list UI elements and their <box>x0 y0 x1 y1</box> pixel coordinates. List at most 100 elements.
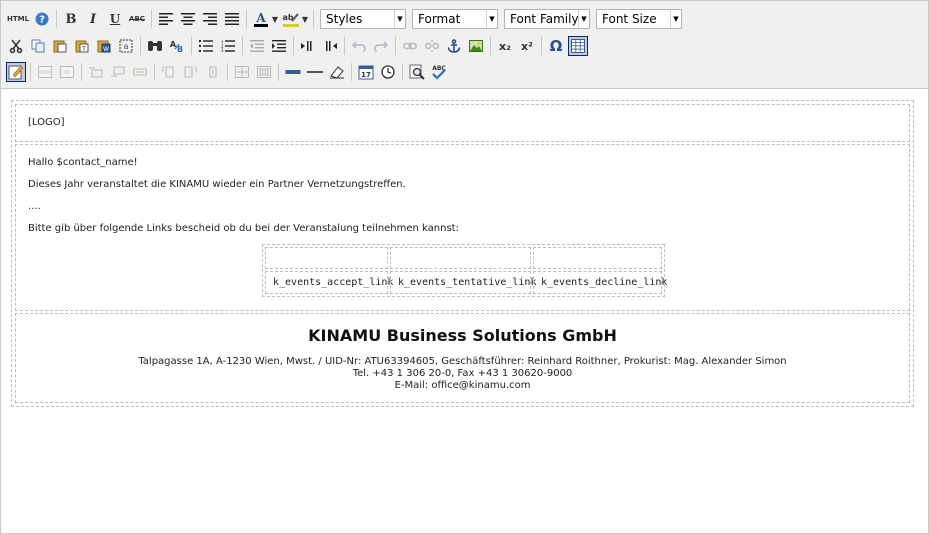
delete-row-button[interactable] <box>130 62 150 82</box>
table-cell[interactable] <box>390 247 531 269</box>
outdent-button[interactable] <box>247 36 267 56</box>
svg-text:A: A <box>255 11 266 25</box>
horizontal-rule-style-button[interactable] <box>283 62 303 82</box>
paste-button[interactable] <box>50 36 70 56</box>
font-family-select[interactable]: Font Family ▼ <box>504 9 590 29</box>
undo-button[interactable] <box>349 36 369 56</box>
paste-word-button[interactable]: W <box>94 36 114 56</box>
paste-text-button[interactable]: T <box>72 36 92 56</box>
links-table: k_events_accept_link k_events_tentative_… <box>262 244 667 297</box>
outdent-icon <box>250 40 264 52</box>
anchor-button[interactable] <box>444 36 464 56</box>
bold-button[interactable]: B <box>61 9 81 29</box>
spellcheck-icon: ABC <box>432 65 446 80</box>
select-all-button[interactable]: a <box>116 36 136 56</box>
editor-content-area[interactable]: [LOGO] Hallo $contact_name! Dieses Jahr … <box>1 89 928 533</box>
editor-toolbar: HTML ? B I U ABC A ▼ ab ▼ Styles ▼ Forma… <box>1 1 928 89</box>
insert-row-after-button[interactable] <box>108 62 128 82</box>
insert-date-button[interactable]: 17 <box>356 62 376 82</box>
toolbar-separator <box>246 10 247 28</box>
image-button[interactable] <box>466 36 486 56</box>
spellcheck-button[interactable]: ABC <box>429 62 449 82</box>
eraser-icon <box>330 66 344 79</box>
html-source-label: HTML <box>6 15 30 23</box>
strikethrough-button[interactable]: ABC <box>127 9 147 29</box>
footer-cell[interactable]: KINAMU Business Solutions GmbH Talpagass… <box>15 313 910 403</box>
paste-icon <box>53 40 67 53</box>
merge-cells-button[interactable] <box>254 62 274 82</box>
preview-button[interactable] <box>407 62 427 82</box>
styles-select[interactable]: Styles ▼ <box>320 9 406 29</box>
chevron-down-icon[interactable]: ▼ <box>271 15 279 24</box>
col-after-icon <box>184 66 197 78</box>
visual-aid-button[interactable] <box>568 36 588 56</box>
table-cell[interactable] <box>265 247 388 269</box>
font-size-select[interactable]: Font Size ▼ <box>596 9 682 29</box>
toolbar-separator <box>81 63 82 81</box>
unlink-button[interactable] <box>422 36 442 56</box>
highlight-color-button[interactable]: ab ▼ <box>281 9 309 29</box>
table-cell[interactable] <box>533 247 662 269</box>
text-color-swatch[interactable]: A <box>251 9 271 29</box>
table-row-props-button[interactable] <box>35 62 55 82</box>
align-justify-icon <box>225 13 239 25</box>
html-source-button[interactable]: HTML <box>6 9 30 29</box>
edit-css-button[interactable] <box>6 62 26 82</box>
anchor-icon <box>447 39 461 53</box>
cut-button[interactable] <box>6 36 26 56</box>
align-justify-button[interactable] <box>222 9 242 29</box>
align-right-button[interactable] <box>200 9 220 29</box>
toolbar-separator <box>30 63 31 81</box>
insert-col-after-button[interactable] <box>181 62 201 82</box>
insert-row-before-button[interactable] <box>86 62 106 82</box>
svg-text:a: a <box>124 42 129 51</box>
ltr-button[interactable] <box>298 36 318 56</box>
table-cell[interactable]: k_events_tentative_link <box>390 271 536 294</box>
horizontal-rule-box-icon <box>285 70 301 74</box>
ltr-icon <box>301 41 312 51</box>
align-left-button[interactable] <box>156 9 176 29</box>
help-button[interactable]: ? <box>32 9 52 29</box>
split-cells-button[interactable] <box>232 62 252 82</box>
numbered-list-button[interactable]: 123 <box>218 36 238 56</box>
underline-button[interactable]: U <box>105 9 125 29</box>
rtl-button[interactable] <box>320 36 340 56</box>
insert-time-button[interactable] <box>378 62 398 82</box>
italic-button[interactable]: I <box>83 9 103 29</box>
toolbar-separator <box>293 37 294 55</box>
chevron-down-icon[interactable]: ▼ <box>394 10 405 28</box>
remove-format-button[interactable] <box>327 62 347 82</box>
table-cell[interactable]: k_events_decline_link <box>533 271 667 294</box>
bullet-list-button[interactable] <box>196 36 216 56</box>
rich-text-editor: HTML ? B I U ABC A ▼ ab ▼ Styles ▼ Forma… <box>0 0 929 534</box>
replace-button[interactable]: AB <box>167 36 187 56</box>
insert-col-before-button[interactable] <box>159 62 179 82</box>
delete-col-button[interactable] <box>203 62 223 82</box>
text-color-button[interactable]: A ▼ <box>251 9 279 29</box>
redo-button[interactable] <box>371 36 391 56</box>
align-center-button[interactable] <box>178 9 198 29</box>
body-cell[interactable]: Hallo $contact_name! Dieses Jahr veranst… <box>15 144 910 311</box>
chevron-down-icon[interactable]: ▼ <box>301 15 309 24</box>
superscript-button[interactable]: x² <box>517 36 537 56</box>
table-cell-props-button[interactable] <box>57 62 77 82</box>
chevron-down-icon[interactable]: ▼ <box>486 10 497 28</box>
indent-button[interactable] <box>269 36 289 56</box>
special-character-button[interactable]: Ω <box>546 36 566 56</box>
chevron-down-icon[interactable]: ▼ <box>670 10 681 28</box>
horizontal-rule-button[interactable] <box>305 62 325 82</box>
highlight-color-swatch[interactable]: ab <box>281 9 301 29</box>
undo-icon <box>352 41 366 52</box>
logo-cell[interactable]: [LOGO] <box>15 104 910 142</box>
accept-link-placeholder: k_events_accept_link <box>273 277 394 288</box>
align-right-icon <box>203 13 217 25</box>
decline-link-placeholder: k_events_decline_link <box>541 277 668 288</box>
toolbar-row-3: 17 ABC <box>5 60 450 84</box>
chevron-down-icon[interactable]: ▼ <box>578 10 589 28</box>
link-button[interactable] <box>400 36 420 56</box>
copy-button[interactable] <box>28 36 48 56</box>
subscript-button[interactable]: x₂ <box>495 36 515 56</box>
find-button[interactable] <box>145 36 165 56</box>
format-select[interactable]: Format ▼ <box>412 9 498 29</box>
table-cell[interactable]: k_events_accept_link <box>265 271 393 294</box>
